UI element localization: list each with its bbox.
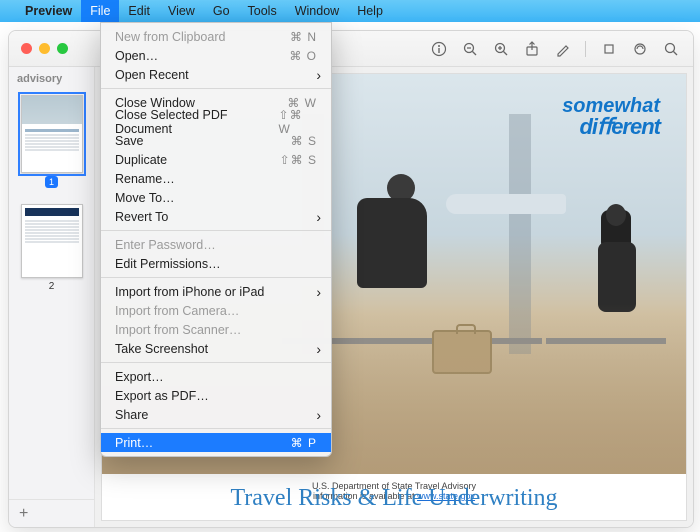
system-menubar: Preview File Edit View Go Tools Window H… xyxy=(0,0,700,22)
menu-item-import-scanner: Import from Scanner… xyxy=(101,320,331,339)
menu-item-share[interactable]: Share xyxy=(101,405,331,424)
menu-go[interactable]: Go xyxy=(204,0,239,22)
menu-item-import-iphone-ipad[interactable]: Import from iPhone or iPad xyxy=(101,282,331,301)
toolbar xyxy=(430,40,693,57)
menu-edit[interactable]: Edit xyxy=(119,0,159,22)
menu-item-take-screenshot[interactable]: Take Screenshot xyxy=(101,339,331,358)
search-icon[interactable] xyxy=(662,40,679,57)
menu-item-save[interactable]: Save⌘ S xyxy=(101,131,331,150)
menu-item-enter-password: Enter Password… xyxy=(101,235,331,254)
minimize-window-button[interactable] xyxy=(39,43,50,54)
menu-item-duplicate[interactable]: Duplicate⇧⌘ S xyxy=(101,150,331,169)
toolbar-separator xyxy=(585,41,586,57)
file-menu-dropdown: New from Clipboard⌘ N Open…⌘ O Open Rece… xyxy=(100,22,332,457)
menu-help[interactable]: Help xyxy=(348,0,392,22)
menu-file[interactable]: File xyxy=(81,0,119,22)
menu-view[interactable]: View xyxy=(159,0,204,22)
app-menu[interactable]: Preview xyxy=(16,0,81,22)
menu-item-import-camera: Import from Camera… xyxy=(101,301,331,320)
page-number-label: 2 xyxy=(19,281,84,292)
menu-item-export-as-pdf[interactable]: Export as PDF… xyxy=(101,386,331,405)
share-icon[interactable] xyxy=(523,40,540,57)
menu-item-move-to[interactable]: Move To… xyxy=(101,188,331,207)
traffic-lights xyxy=(21,43,68,54)
highlight-icon[interactable] xyxy=(631,40,648,57)
close-window-button[interactable] xyxy=(21,43,32,54)
markup-icon[interactable] xyxy=(554,40,571,57)
page-thumbnail-1[interactable] xyxy=(21,95,83,173)
add-page-button[interactable]: + xyxy=(19,505,28,523)
page-thumbnail-2[interactable] xyxy=(21,204,83,278)
zoom-out-icon[interactable] xyxy=(461,40,478,57)
menu-window[interactable]: Window xyxy=(286,0,348,22)
zoom-in-icon[interactable] xyxy=(492,40,509,57)
menu-item-revert-to[interactable]: Revert To xyxy=(101,207,331,226)
brand-logo: somewhat diﬀerent xyxy=(562,96,660,138)
menu-item-export[interactable]: Export… xyxy=(101,367,331,386)
sidebar-title: advisory xyxy=(9,67,94,91)
zoom-window-button[interactable] xyxy=(57,43,68,54)
rotate-icon[interactable] xyxy=(600,40,617,57)
menu-item-open-recent[interactable]: Open Recent xyxy=(101,65,331,84)
menu-item-open[interactable]: Open…⌘ O xyxy=(101,46,331,65)
menu-item-new-from-clipboard: New from Clipboard⌘ N xyxy=(101,27,331,46)
menu-item-edit-permissions[interactable]: Edit Permissions… xyxy=(101,254,331,273)
menu-item-close-selected-pdf[interactable]: Close Selected PDF Document⇧⌘ W xyxy=(101,112,331,131)
info-icon[interactable] xyxy=(430,40,447,57)
thumbnail-sidebar: advisory 1 2 + xyxy=(9,67,95,527)
menu-item-print[interactable]: Print…⌘ P xyxy=(101,433,331,452)
menu-tools[interactable]: Tools xyxy=(239,0,286,22)
page-number-badge: 1 xyxy=(45,176,58,188)
menu-item-rename[interactable]: Rename… xyxy=(101,169,331,188)
document-title: Travel Risks & Life Underwriting xyxy=(102,485,686,512)
